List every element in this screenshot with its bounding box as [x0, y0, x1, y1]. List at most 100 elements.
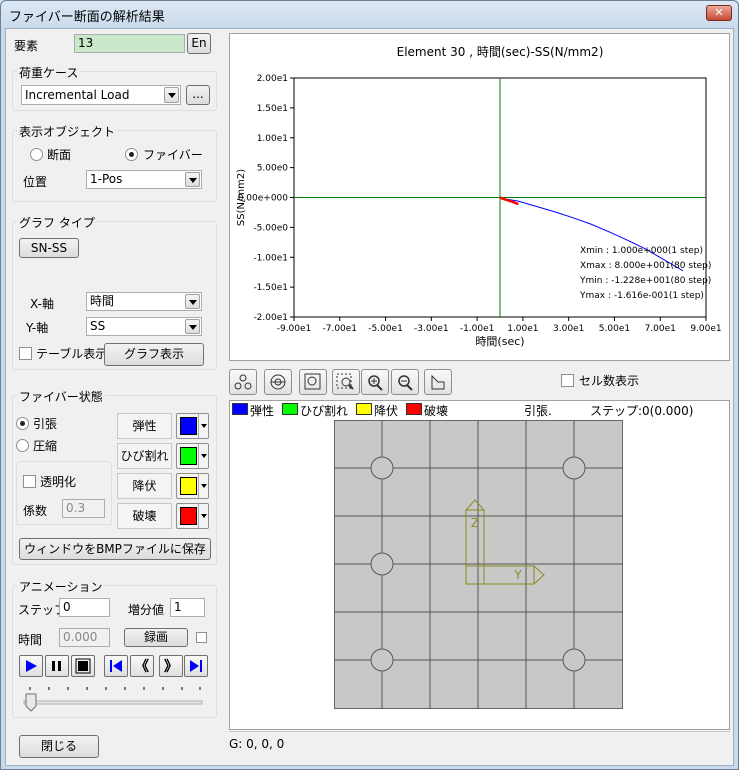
load-case-browse-button[interactable]: ... [186, 85, 210, 105]
fiber-radio[interactable] [125, 148, 138, 161]
color-swatch [180, 417, 197, 435]
load-case-select[interactable]: Incremental Load [21, 85, 181, 105]
skip-end-icon [190, 660, 202, 672]
slider-thumb [25, 693, 37, 712]
stat-annotation: Xmax : 8.000e+001(80 step) [580, 261, 711, 271]
y-axis-label: Y-軸 [26, 321, 49, 335]
time-field[interactable]: 0.000 [59, 628, 110, 647]
y-axis-select[interactable]: SS [86, 317, 202, 336]
chevron-down-icon [164, 87, 179, 103]
display-object-group-title: 表示オブジェクト [17, 123, 118, 140]
legend-swatch [282, 403, 298, 415]
zoom-in-icon [368, 375, 383, 391]
section-radio-label: 断面 [47, 148, 72, 162]
zoom-window-icon [304, 373, 321, 390]
cell-count-checkbox[interactable] [561, 374, 574, 387]
view-step-text: ステップ:0(0.000) [590, 404, 694, 418]
y-tick-label: 1.50e1 [257, 104, 288, 114]
fiber-state-button[interactable]: 破壊 [117, 503, 172, 529]
graph-type-button[interactable]: SN-SS [19, 238, 79, 258]
client-area: 要素 13 En 荷重ケース Incremental Load ... 表示オブ… [5, 28, 734, 766]
position-value: 1-Pos [90, 172, 123, 186]
rewind-button[interactable]: 《 [130, 655, 154, 677]
legend-swatch [232, 403, 248, 415]
chevron-down-icon [185, 294, 200, 309]
compression-radio[interactable] [16, 439, 29, 452]
element-field[interactable]: 13 [74, 34, 185, 53]
rotate-icon [270, 374, 286, 390]
view-mode-text: 引張. [524, 404, 552, 418]
title-bar: ファイバー断面の解析結果 ✕ [1, 1, 738, 27]
tension-radio-label: 引張 [33, 417, 58, 431]
position-label: 位置 [23, 175, 48, 189]
rebar-circle [562, 648, 586, 672]
animation-slider[interactable] [18, 681, 208, 713]
skip-start-icon [110, 660, 122, 672]
close-button[interactable]: 閉じる [19, 735, 99, 758]
fast-forward-button[interactable]: 》 [159, 655, 183, 677]
save-bmp-button[interactable]: ウィンドウをBMPファイルに保存 [19, 538, 211, 560]
rebar-circle [562, 456, 586, 480]
zoom-in-button[interactable] [361, 369, 389, 395]
coefficient-field[interactable]: 0.3 [62, 499, 105, 518]
y-tick-label: -2.00e1 [253, 313, 288, 323]
fiber-state-button[interactable]: 弾性 [117, 413, 172, 439]
x-tick-label: 3.00e1 [553, 324, 584, 334]
x-axis-label: X-軸 [30, 297, 54, 311]
x-axis-title: 時間(sec) [475, 335, 524, 348]
record-button[interactable]: 録画 [124, 628, 188, 647]
zoom-out-button[interactable] [391, 369, 419, 395]
table-display-checkbox[interactable] [19, 347, 32, 360]
fiber-radio-label: ファイバー [143, 148, 203, 162]
close-window-button[interactable]: ✕ [706, 5, 732, 21]
legend-label: 弾性 [250, 404, 275, 418]
state-color-picker[interactable] [176, 413, 209, 439]
x-axis-select[interactable]: 時間 [86, 292, 202, 311]
step-field[interactable]: 0 [59, 598, 110, 617]
state-color-picker[interactable] [176, 503, 209, 529]
pause-button[interactable] [45, 655, 69, 677]
play-button[interactable] [19, 655, 43, 677]
stop-button[interactable] [71, 655, 95, 677]
svg-text:《: 《 [135, 659, 149, 675]
position-select[interactable]: 1-Pos [86, 170, 202, 189]
transparent-label: 透明化 [40, 475, 77, 489]
state-color-picker[interactable] [176, 443, 209, 469]
x-tick-label: 7.00e1 [645, 324, 676, 334]
state-color-picker[interactable] [176, 473, 209, 499]
table-display-label: テーブル表示 [36, 347, 108, 361]
fiber-section-canvas[interactable]: Z Y [334, 420, 624, 710]
display-object-group: 表示オブジェクト [12, 123, 217, 202]
play-icon [26, 660, 37, 672]
view-reset-button[interactable] [424, 369, 452, 395]
chart-panel: Element 30 , 時間(sec)-SS(N/mm2) -9.00e1 -7.… [229, 33, 730, 361]
element-label: 要素 [14, 39, 39, 53]
coefficient-label: 係数 [23, 504, 48, 518]
compression-radio-label: 圧縮 [33, 439, 58, 453]
transparent-checkbox[interactable] [23, 475, 36, 488]
rebar-circle [370, 648, 394, 672]
show-graph-button[interactable]: グラフ表示 [104, 343, 204, 366]
section-radio[interactable] [30, 148, 43, 161]
fiber-state-button[interactable]: 降伏 [117, 473, 172, 499]
y-axis-title: SS(N/mm2) [236, 169, 247, 226]
first-frame-button[interactable] [104, 655, 128, 677]
increment-field[interactable]: 1 [170, 598, 205, 617]
zoom-area-button[interactable] [332, 369, 360, 395]
rewind-icon: 《 [135, 659, 149, 675]
tension-radio[interactable] [16, 417, 29, 430]
animation-group-title: アニメーション [17, 578, 105, 595]
rebar-circle [370, 552, 394, 576]
fit-view-button[interactable] [229, 369, 257, 395]
chevron-down-icon [185, 319, 200, 334]
zoom-window-button[interactable] [299, 369, 327, 395]
chevron-down-icon [198, 414, 208, 438]
rotate-view-button[interactable] [264, 369, 292, 395]
color-swatch [180, 477, 197, 495]
fiber-state-button[interactable]: ひび割れ [117, 443, 172, 469]
color-swatch [180, 447, 197, 465]
last-frame-button[interactable] [184, 655, 208, 677]
x-tick-label: -7.00e1 [322, 324, 357, 334]
language-button[interactable]: En [187, 33, 211, 54]
y-tick-label: 2.00e1 [257, 74, 288, 84]
